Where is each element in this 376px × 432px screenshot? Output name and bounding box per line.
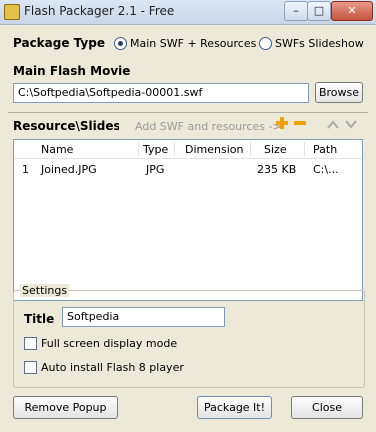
settings-group-label: Settings bbox=[20, 284, 70, 297]
radio-slideshow[interactable] bbox=[259, 37, 272, 50]
main-content: Package Type Main SWF + Resources SWFs S… bbox=[0, 25, 376, 432]
column-separator bbox=[174, 142, 175, 156]
remove-popup-button[interactable]: Remove Popup bbox=[13, 396, 118, 419]
autoinstall-label[interactable]: Auto install Flash 8 player bbox=[41, 361, 184, 374]
column-header-dimension[interactable]: Dimension bbox=[185, 143, 243, 156]
column-header-type[interactable]: Type bbox=[143, 143, 168, 156]
move-up-icon[interactable] bbox=[326, 118, 340, 130]
app-window: Flash Packager 2.1 - Free – □ ✕ Package … bbox=[0, 0, 376, 432]
autoinstall-checkbox[interactable] bbox=[24, 361, 37, 374]
fullscreen-checkbox[interactable] bbox=[24, 337, 37, 350]
window-title: Flash Packager 2.1 - Free bbox=[24, 4, 175, 18]
column-header-size[interactable]: Size bbox=[264, 143, 287, 156]
title-bar[interactable]: Flash Packager 2.1 - Free – □ ✕ bbox=[0, 0, 376, 25]
column-separator bbox=[138, 142, 139, 156]
column-separator bbox=[304, 142, 305, 156]
radio-slideshow-label[interactable]: SWFs Slideshow bbox=[275, 37, 364, 50]
maximize-icon[interactable]: □ bbox=[307, 1, 331, 21]
radio-main-swf[interactable] bbox=[114, 37, 127, 50]
radio-main-swf-label[interactable]: Main SWF + Resources bbox=[130, 37, 256, 50]
package-it-button[interactable]: Package It! bbox=[197, 396, 272, 419]
main-movie-path-field[interactable]: C:\Softpedia\Softpedia-00001.swf bbox=[13, 83, 309, 103]
close-icon[interactable]: ✕ bbox=[331, 1, 373, 21]
add-resource-icon[interactable] bbox=[275, 116, 289, 130]
package-type-label: Package Type bbox=[13, 36, 105, 50]
browse-button[interactable]: Browse bbox=[315, 82, 363, 103]
resources-label: Resource\Slidesho bbox=[13, 119, 119, 133]
row-size: 235 KB bbox=[257, 163, 297, 176]
main-movie-label: Main Flash Movie bbox=[13, 64, 131, 78]
column-header-path[interactable]: Path bbox=[313, 143, 337, 156]
column-header-name[interactable]: Name bbox=[41, 143, 73, 156]
fullscreen-label[interactable]: Full screen display mode bbox=[41, 337, 177, 350]
title-input[interactable]: Softpedia bbox=[62, 307, 225, 327]
divider bbox=[8, 112, 368, 113]
move-down-icon[interactable] bbox=[344, 118, 358, 130]
row-type: JPG bbox=[146, 163, 165, 176]
row-name: Joined.JPG bbox=[41, 163, 97, 176]
resource-list[interactable]: Name Type Dimension Size Path 1 Joined.J… bbox=[13, 139, 363, 301]
close-button[interactable]: Close bbox=[291, 396, 363, 419]
row-path: C:\... bbox=[313, 163, 339, 176]
list-header: Name Type Dimension Size Path bbox=[14, 140, 362, 159]
app-icon bbox=[4, 4, 20, 20]
row-index: 1 bbox=[22, 163, 29, 176]
resources-hint: Add SWF and resources -> bbox=[135, 120, 282, 133]
title-label: Title bbox=[24, 312, 55, 326]
remove-resource-icon[interactable] bbox=[293, 116, 307, 130]
minimize-icon[interactable]: – bbox=[284, 1, 308, 21]
column-separator bbox=[250, 142, 251, 156]
